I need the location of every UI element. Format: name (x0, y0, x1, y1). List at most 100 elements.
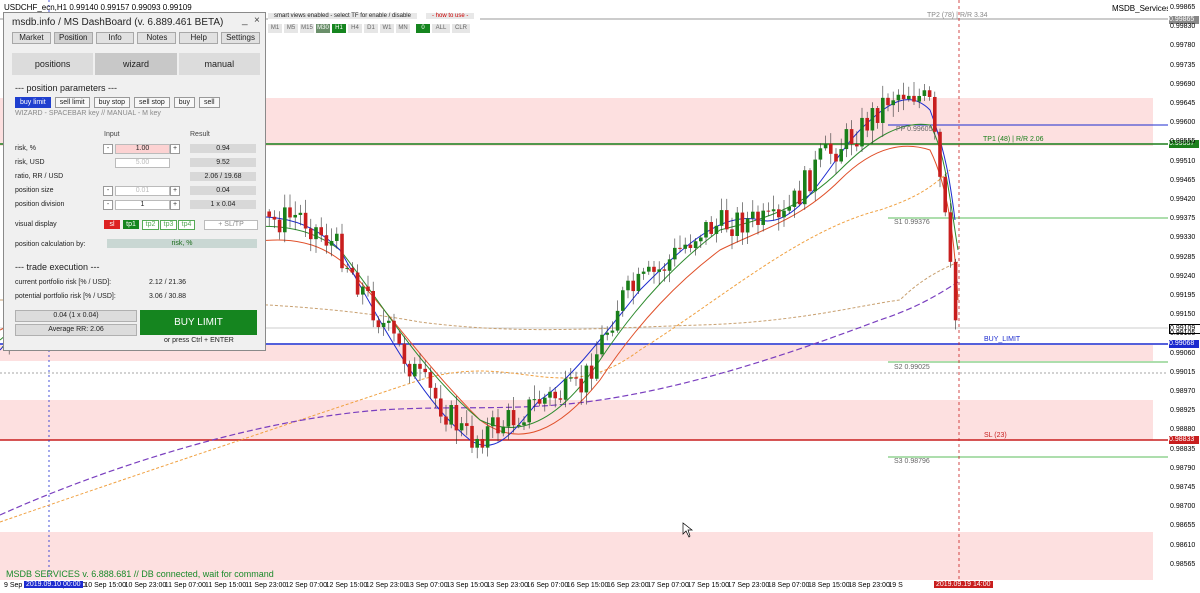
tab-info[interactable]: Info (95, 32, 135, 44)
visual-display-label: visual display (15, 221, 57, 228)
candle-body (792, 190, 797, 207)
candle-body (459, 423, 464, 431)
calc-by-select[interactable]: risk, % (107, 239, 257, 248)
tf-clr[interactable]: CLR (452, 24, 470, 33)
risk-usd-input[interactable]: 5.00 (115, 158, 170, 168)
candle-body (475, 438, 479, 448)
visual-tp2-toggle[interactable]: tp2 (142, 220, 159, 230)
time-tick: 13 Sep 15:00 (446, 582, 488, 589)
candle-body (761, 210, 765, 225)
price-tick: 0.99105 (1170, 330, 1196, 338)
risk-percent-plus-button[interactable]: + (170, 144, 180, 154)
candle-body (444, 416, 448, 425)
positions-button[interactable]: positions (12, 53, 94, 75)
tab-help[interactable]: Help (179, 32, 219, 44)
price-tick: 0.99555 (1170, 138, 1196, 146)
position-size-input[interactable]: 0.01 (115, 186, 170, 196)
candle-body (709, 222, 713, 234)
wizard-button[interactable]: wizard (95, 53, 177, 75)
symbol-header: USDCHF_ecn,H1 0.99140 0.99157 0.99093 0.… (4, 3, 192, 12)
candle-body (569, 377, 573, 379)
risk-percent-input[interactable]: 1.00 (115, 144, 170, 154)
panel-tabs: Market Position Info Notes Help Settings (12, 32, 260, 44)
tf-m1[interactable]: M1 (268, 24, 282, 33)
tf-h4[interactable]: H4 (348, 24, 362, 33)
minimize-icon[interactable]: _ (242, 15, 248, 26)
tf-mn[interactable]: MN (396, 24, 410, 33)
visual-tp3-toggle[interactable]: tp3 (160, 220, 177, 230)
tf-d1[interactable]: D1 (364, 24, 378, 33)
visual-sl-toggle[interactable]: sl (104, 220, 120, 229)
visual-tp1-toggle[interactable]: tp1 (123, 220, 139, 229)
price-tick: 0.99510 (1170, 157, 1196, 165)
candle-body (667, 259, 672, 271)
price-tick: 0.99780 (1170, 42, 1196, 50)
time-tick: 18 Sep 15:00 (808, 582, 850, 589)
visual-tp4-toggle[interactable]: tp4 (178, 220, 195, 230)
candle-body (449, 405, 453, 425)
candle-body (657, 269, 661, 272)
sell-limit-type-button[interactable]: sell limit (54, 97, 90, 108)
manual-button[interactable]: manual (178, 53, 260, 75)
buy-type-button[interactable]: buy (173, 97, 196, 108)
s2-label: S2 0.99025 (894, 364, 930, 371)
how-to-use-link[interactable]: - how to use - (426, 13, 475, 19)
tf-zero[interactable]: 0 (416, 24, 430, 33)
tf-m15[interactable]: M15 (300, 24, 314, 33)
tab-market[interactable]: Market (12, 32, 51, 44)
tf-m5[interactable]: M5 (284, 24, 298, 33)
tab-settings[interactable]: Settings (221, 32, 260, 44)
candle-body (704, 222, 708, 238)
candle-body (636, 273, 641, 292)
tf-w1[interactable]: W1 (380, 24, 394, 33)
candle-body (912, 95, 916, 102)
candle-body (839, 149, 843, 162)
close-icon[interactable]: × (254, 15, 260, 26)
result-column-header: Result (190, 131, 210, 138)
buy-limit-type-button[interactable]: buy limit (15, 97, 51, 108)
candle-body (517, 425, 521, 427)
position-size-plus-button[interactable]: + (170, 186, 180, 196)
candle-body (829, 143, 833, 154)
params-title: --- position parameters --- (15, 83, 118, 93)
buy-limit-button[interactable]: BUY LIMIT (140, 310, 257, 335)
time-tag-right: 2019.09.19 14:00 (934, 581, 993, 588)
price-tick: 0.99285 (1170, 253, 1196, 261)
candle-body (392, 320, 396, 334)
price-tick: 0.98700 (1170, 503, 1196, 511)
tf-h1[interactable]: H1 (332, 24, 346, 33)
candle-body (865, 117, 869, 131)
price-tick: 0.99240 (1170, 272, 1196, 280)
tab-position[interactable]: Position (53, 32, 93, 44)
price-tick: 0.98925 (1170, 407, 1196, 415)
buy-stop-type-button[interactable]: buy stop (93, 97, 131, 108)
candle-body (714, 225, 719, 234)
candle-body (808, 170, 812, 192)
sell-type-button[interactable]: sell (199, 97, 220, 108)
risk-percent-label: risk, % (15, 145, 36, 152)
risk-percent-minus-button[interactable]: - (103, 144, 113, 154)
candle-body (423, 368, 427, 373)
add-sl-tp-button[interactable]: + SL/TP (204, 220, 258, 230)
candle-body (803, 170, 807, 205)
tf-all[interactable]: ALL (432, 24, 450, 33)
division-plus-button[interactable]: + (170, 200, 180, 210)
tab-notes[interactable]: Notes (137, 32, 177, 44)
time-tick: 11 Sep 23:00 (245, 582, 287, 589)
division-minus-button[interactable]: - (103, 200, 113, 210)
current-risk-label: current portfolio risk [% / USD]: (15, 279, 112, 286)
candle-body (418, 363, 422, 369)
position-size-minus-button[interactable]: - (103, 186, 113, 196)
sell-stop-type-button[interactable]: sell stop (134, 97, 170, 108)
candle-body (943, 176, 947, 213)
candle-body (543, 397, 547, 404)
tf-m30[interactable]: M30 (316, 24, 330, 33)
time-tag-left: 2019.09.10 00:00 (24, 581, 83, 588)
risk-percent-result: 0.94 (190, 144, 256, 153)
division-input[interactable]: 1 (115, 200, 170, 210)
candle-body (485, 426, 490, 448)
time-tick: 11 Sep 07:00 (164, 582, 206, 589)
calc-by-label: position calculation by: (15, 241, 86, 248)
candle-body (272, 216, 277, 220)
candle-body (719, 210, 724, 226)
